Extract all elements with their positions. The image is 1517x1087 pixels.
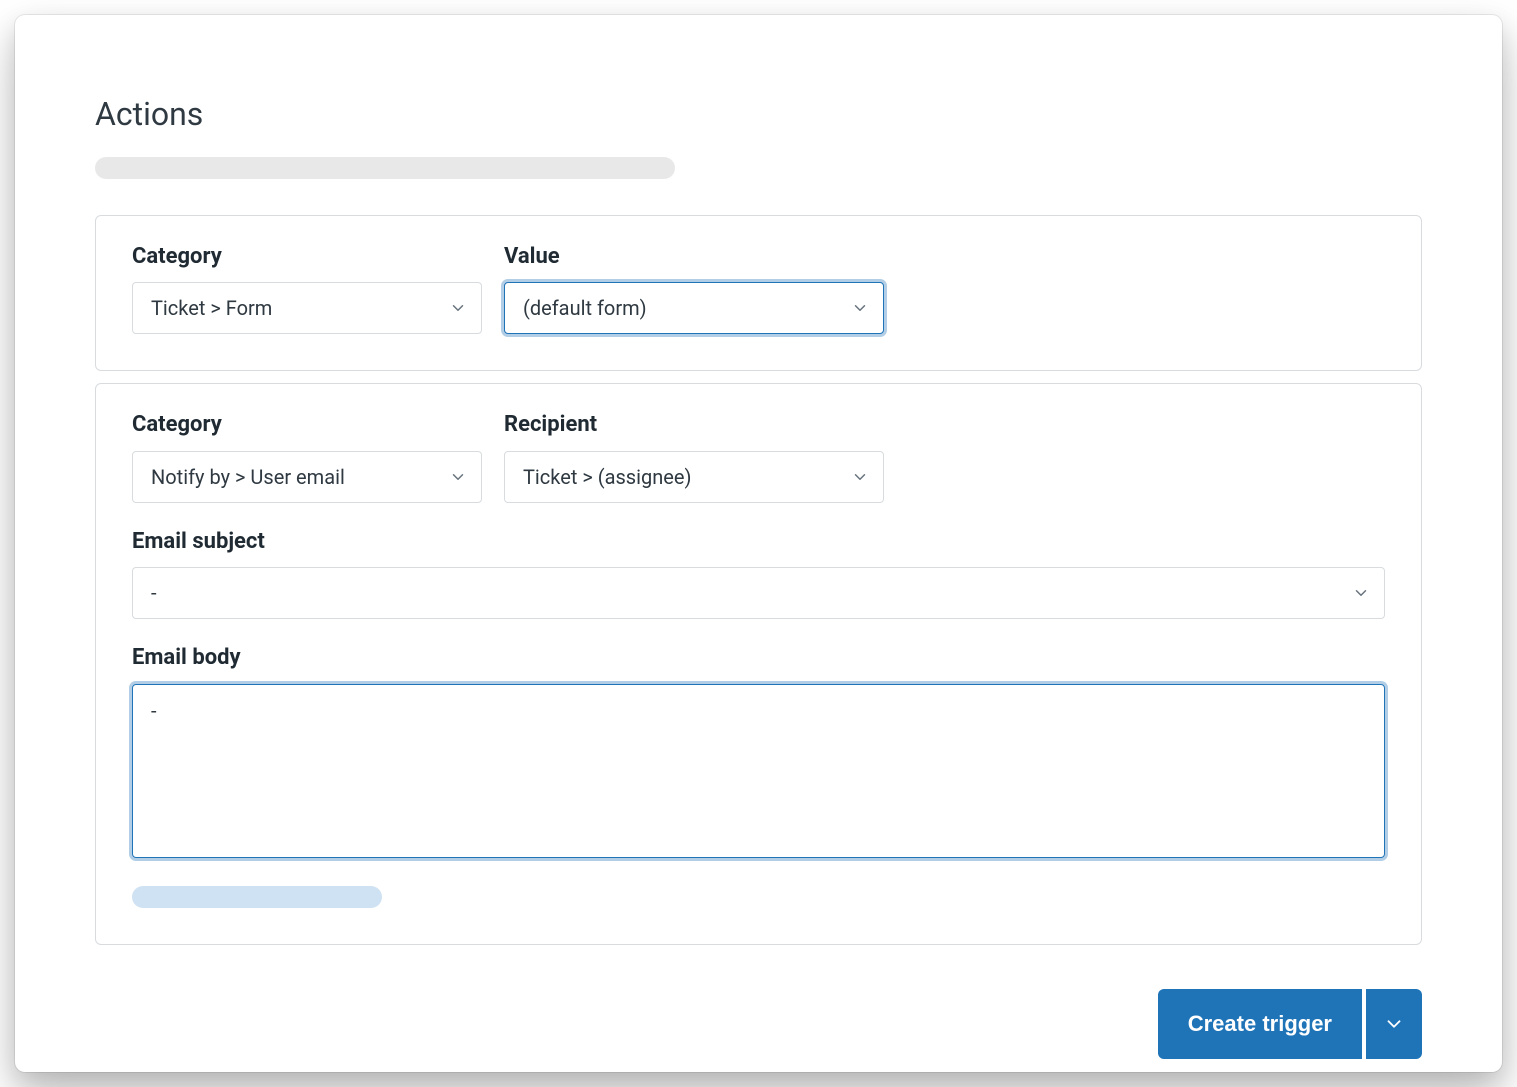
action2-recipient-value: Ticket > (assignee) (523, 465, 691, 489)
email-subject-label: Email subject (132, 529, 1385, 555)
create-trigger-label: Create trigger (1188, 1011, 1332, 1037)
action2-category-select[interactable]: Notify by > User email (132, 451, 482, 503)
action-card-2: Category Notify by > User email Recipien… (95, 383, 1422, 944)
action1-value-value: (default form) (523, 296, 647, 320)
form-footer: Create trigger (95, 989, 1422, 1059)
create-trigger-button[interactable]: Create trigger (1158, 989, 1362, 1059)
chevron-down-icon (851, 468, 869, 486)
action2-category-label: Category (132, 412, 482, 438)
chevron-down-icon (1383, 1013, 1405, 1035)
action2-category-value: Notify by > User email (151, 465, 345, 489)
action1-category-value: Ticket > Form (151, 296, 272, 320)
chevron-down-icon (449, 299, 467, 317)
actions-heading: Actions (95, 95, 1422, 133)
create-trigger-split-button: Create trigger (1158, 989, 1422, 1059)
email-subject-value: - (151, 581, 157, 605)
action1-value-select[interactable]: (default form) (504, 282, 884, 334)
email-body-textarea[interactable]: - (132, 684, 1385, 858)
chevron-down-icon (1352, 584, 1370, 602)
helper-placeholder (132, 886, 382, 908)
email-subject-select[interactable]: - (132, 567, 1385, 619)
action2-recipient-label: Recipient (504, 412, 884, 438)
action2-recipient-select[interactable]: Ticket > (assignee) (504, 451, 884, 503)
action1-category-select[interactable]: Ticket > Form (132, 282, 482, 334)
action1-category-label: Category (132, 244, 482, 270)
create-trigger-more-button[interactable] (1366, 989, 1422, 1059)
chevron-down-icon (449, 468, 467, 486)
action1-value-label: Value (504, 244, 884, 270)
actions-subtitle-placeholder (95, 157, 675, 179)
chevron-down-icon (851, 299, 869, 317)
action-card-1: Category Ticket > Form Value (default fo… (95, 215, 1422, 371)
email-body-value: - (151, 699, 157, 723)
email-body-label: Email body (132, 645, 1385, 671)
trigger-actions-window: Actions Category Ticket > Form Value (15, 15, 1502, 1072)
